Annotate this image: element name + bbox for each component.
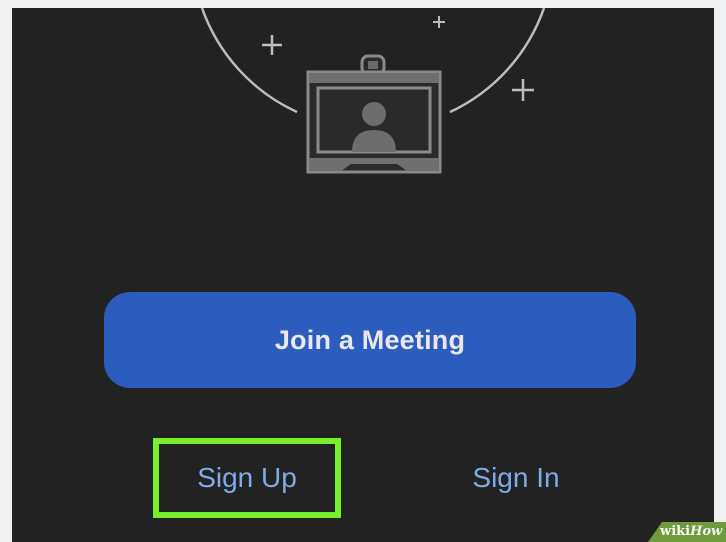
sparkle-plus-icon <box>262 35 282 55</box>
watermark-suffix: How <box>690 524 723 539</box>
sign-in-label: Sign In <box>472 462 560 493</box>
join-meeting-button[interactable]: Join a Meeting <box>104 292 636 388</box>
camera-device <box>306 54 442 174</box>
sign-in-button[interactable]: Sign In <box>434 448 598 508</box>
arc-right <box>449 8 546 114</box>
watermark-prefix: wiki <box>660 524 691 539</box>
sparkle-plus-icon <box>512 79 534 101</box>
sparkle-plus-icon <box>433 16 445 28</box>
app-screen: Join a Meeting Sign Up Sign In <box>12 8 714 542</box>
sign-up-button[interactable]: Sign Up <box>153 438 341 518</box>
camera-illustration-icon <box>200 8 546 174</box>
join-meeting-label: Join a Meeting <box>274 324 466 355</box>
screenshot-frame: Join a Meeting Sign Up Sign In wikiHow <box>0 0 726 542</box>
arc-left <box>200 8 298 114</box>
sign-up-label: Sign Up <box>197 462 297 493</box>
